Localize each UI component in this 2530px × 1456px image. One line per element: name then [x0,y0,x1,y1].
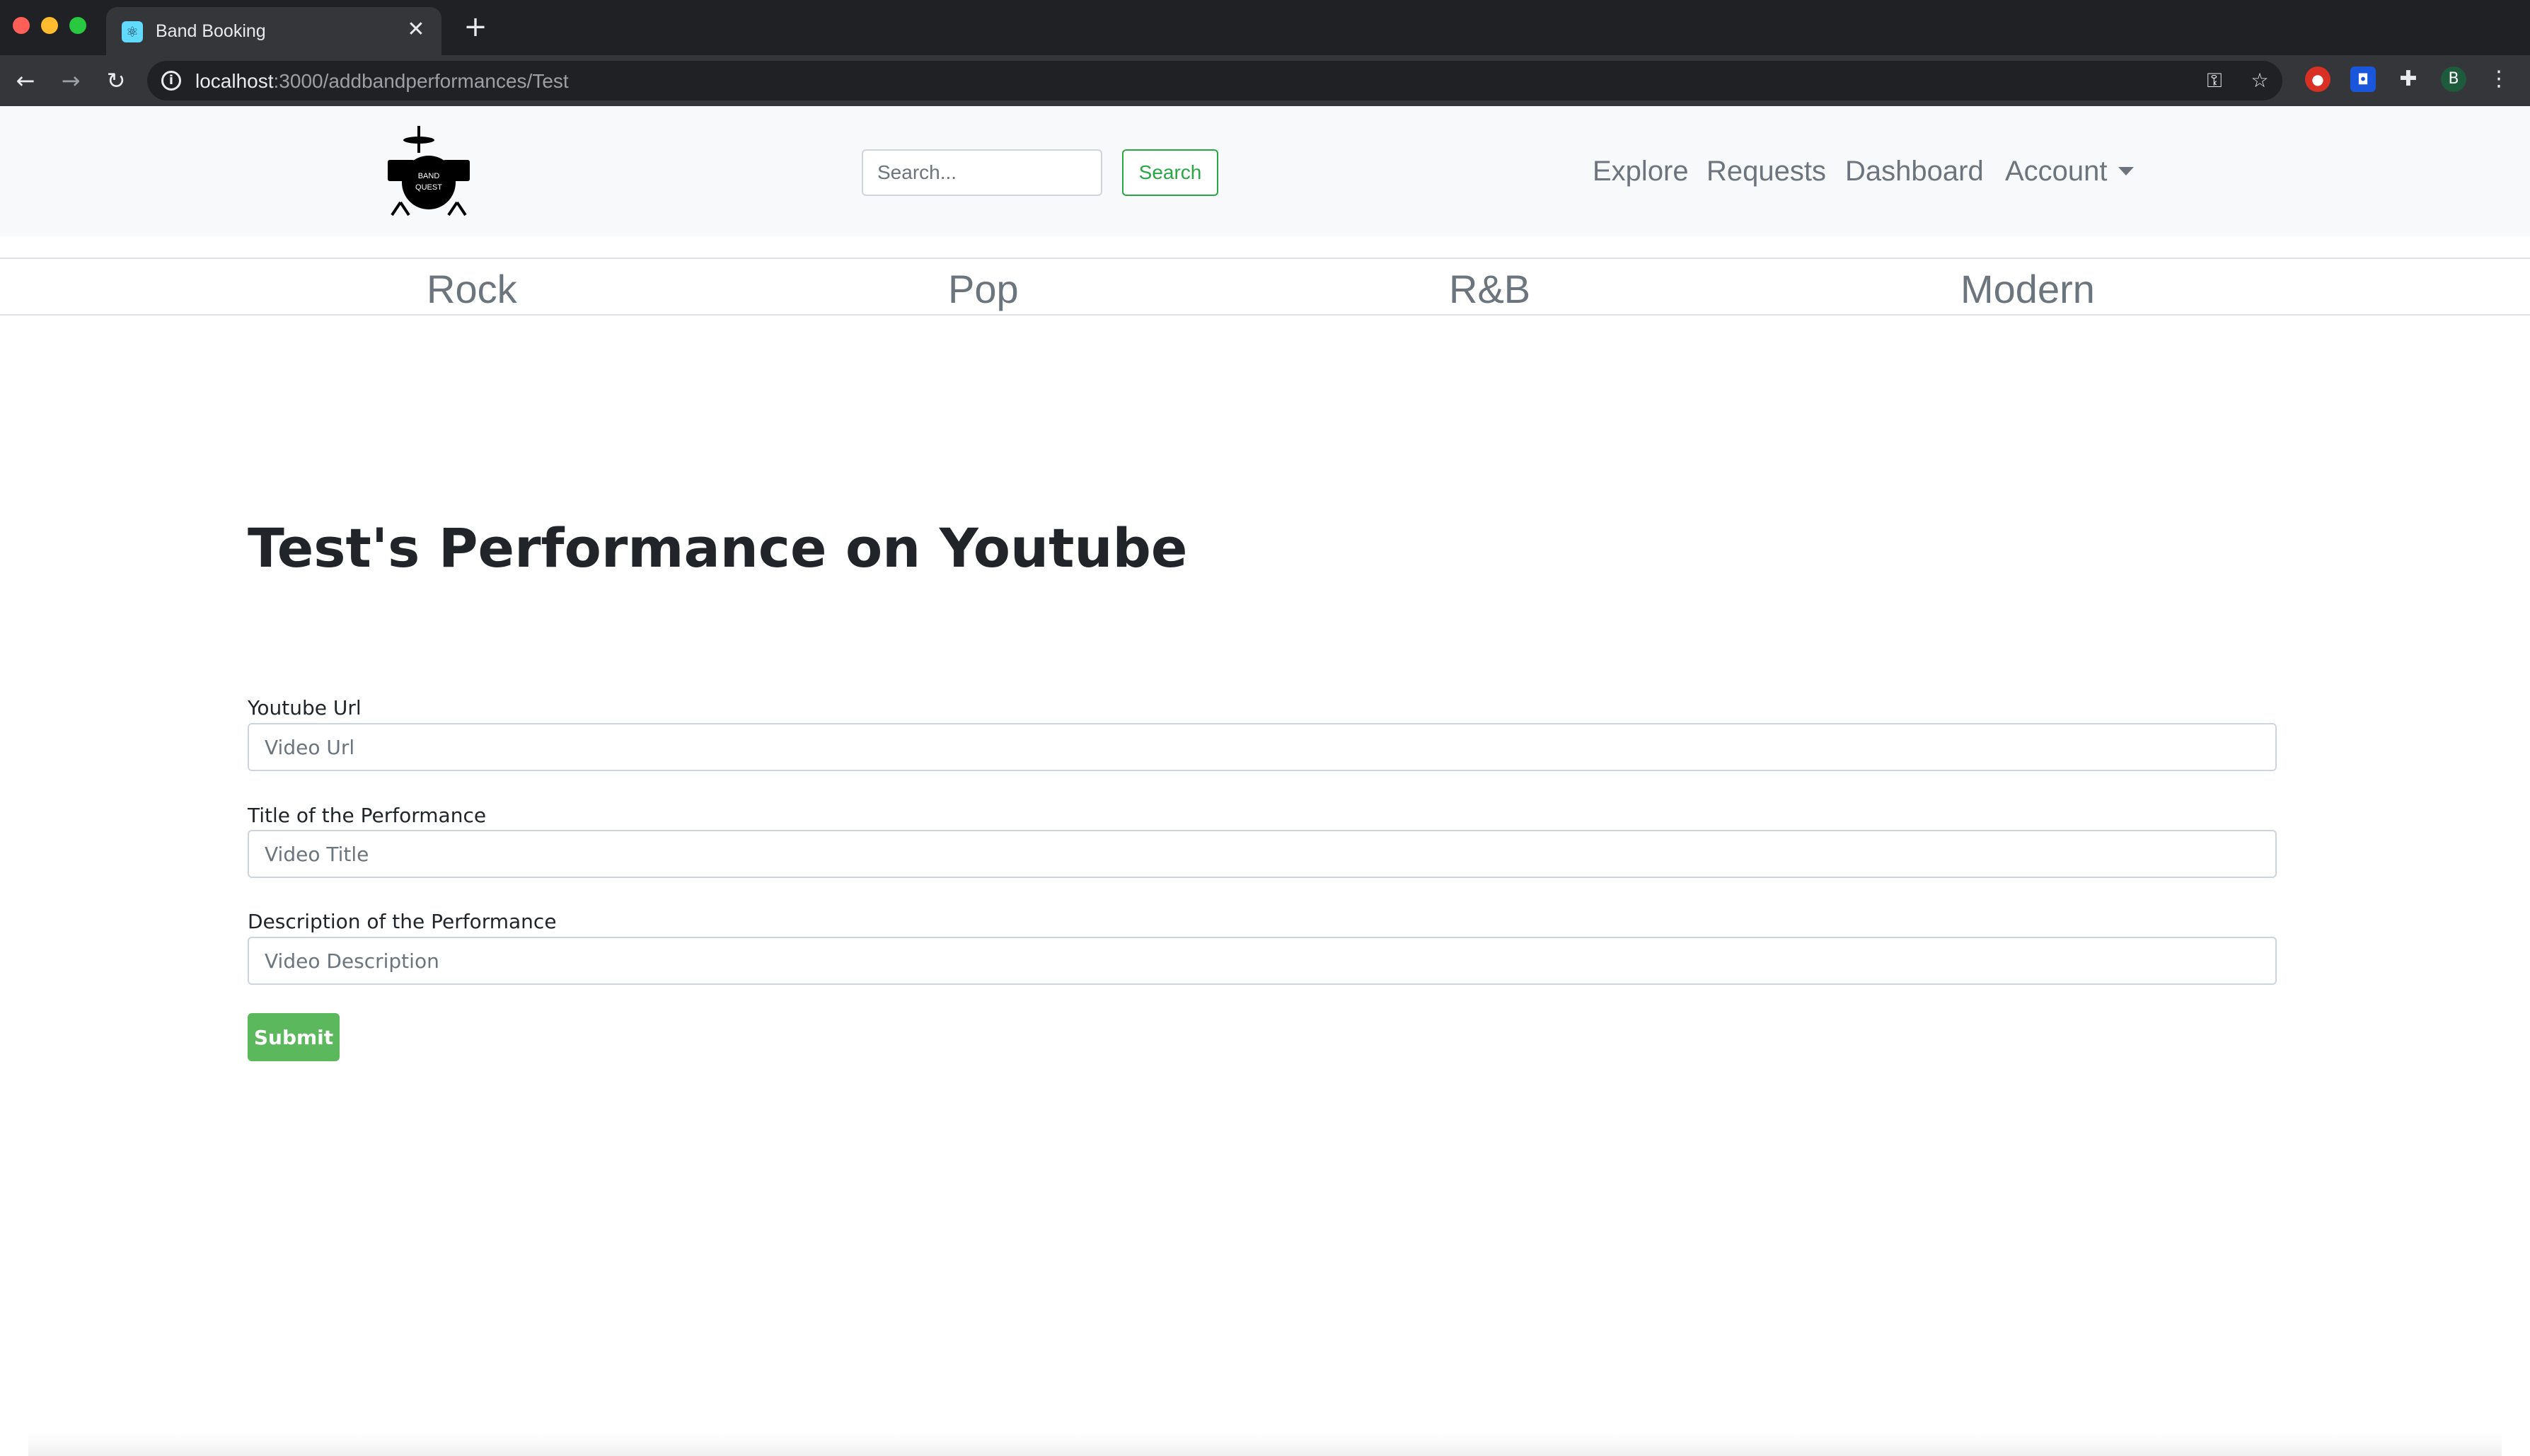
tab-close-icon[interactable]: ✕ [403,17,429,42]
address-bar[interactable]: i localhost:3000/addbandperformances/Tes… [147,61,2282,100]
browser-toolbar: ← → ↻ i localhost:3000/addbandperformanc… [0,55,2530,106]
extension-shield-icon[interactable]: ◘ [2350,67,2376,92]
forward-arrow-icon[interactable]: → [57,67,85,95]
genre-link-rnb[interactable]: R&B [1449,266,1530,312]
page-title: Test's Performance on Youtube [248,516,1188,579]
search-button[interactable]: Search [1122,149,1218,196]
logo-text-band: BAND [418,172,440,180]
youtube-url-input[interactable] [248,723,2277,771]
close-window-button[interactable] [13,17,30,34]
genre-link-pop[interactable]: Pop [948,266,1019,312]
page-bottom-shadow [28,1433,2502,1456]
new-tab-button[interactable]: + [461,13,490,41]
site-navbar: BAND QUEST Search Explore Requests Dashb… [0,106,2530,236]
nav-link-dashboard[interactable]: Dashboard [1845,156,1984,187]
extension-red-icon[interactable]: ● [2305,67,2330,92]
site-info-icon[interactable]: i [161,71,181,91]
account-dropdown[interactable]: Account [2005,156,2108,187]
youtube-url-label: Youtube Url [248,696,362,720]
reload-icon[interactable]: ↻ [102,67,130,95]
video-title-input[interactable] [248,830,2277,878]
browser-tab-strip: ⚛ Band Booking ✕ + [0,0,2530,55]
profile-avatar[interactable]: B [2441,67,2466,92]
nav-link-explore[interactable]: Explore [1593,156,1689,187]
search-input[interactable] [862,149,1102,196]
nav-link-requests[interactable]: Requests [1706,156,1826,187]
key-icon[interactable]: ⚿ [2202,68,2227,93]
genre-nav: Rock Pop R&B Modern [0,258,2530,316]
react-favicon-icon: ⚛ [122,21,143,42]
url-path: :3000/addbandperformances/Test [273,70,569,92]
genre-link-modern[interactable]: Modern [1960,266,2095,312]
browser-menu-icon[interactable]: ⋮ [2486,67,2512,92]
tab-title: Band Booking [156,21,266,41]
video-description-input[interactable] [248,937,2277,985]
back-arrow-icon[interactable]: ← [11,67,40,95]
page-content: BAND QUEST Search Explore Requests Dashb… [0,106,2530,1456]
minimize-window-button[interactable] [41,17,58,34]
band-quest-logo[interactable]: BAND QUEST [386,125,471,216]
url-host: localhost [195,70,274,92]
genre-link-rock[interactable]: Rock [427,266,517,312]
video-title-label: Title of the Performance [248,804,487,827]
maximize-window-button[interactable] [69,17,86,34]
submit-button[interactable]: Submit [248,1013,340,1061]
url-text[interactable]: localhost:3000/addbandperformances/Test [195,70,569,93]
caret-down-icon[interactable] [2118,167,2134,175]
browser-tab[interactable]: ⚛ Band Booking ✕ [106,7,441,55]
video-description-label: Description of the Performance [248,910,557,933]
logo-text-quest: QUEST [415,183,442,192]
extensions-puzzle-icon[interactable]: ✚ [2396,67,2421,92]
bookmark-star-icon[interactable]: ☆ [2247,68,2272,93]
